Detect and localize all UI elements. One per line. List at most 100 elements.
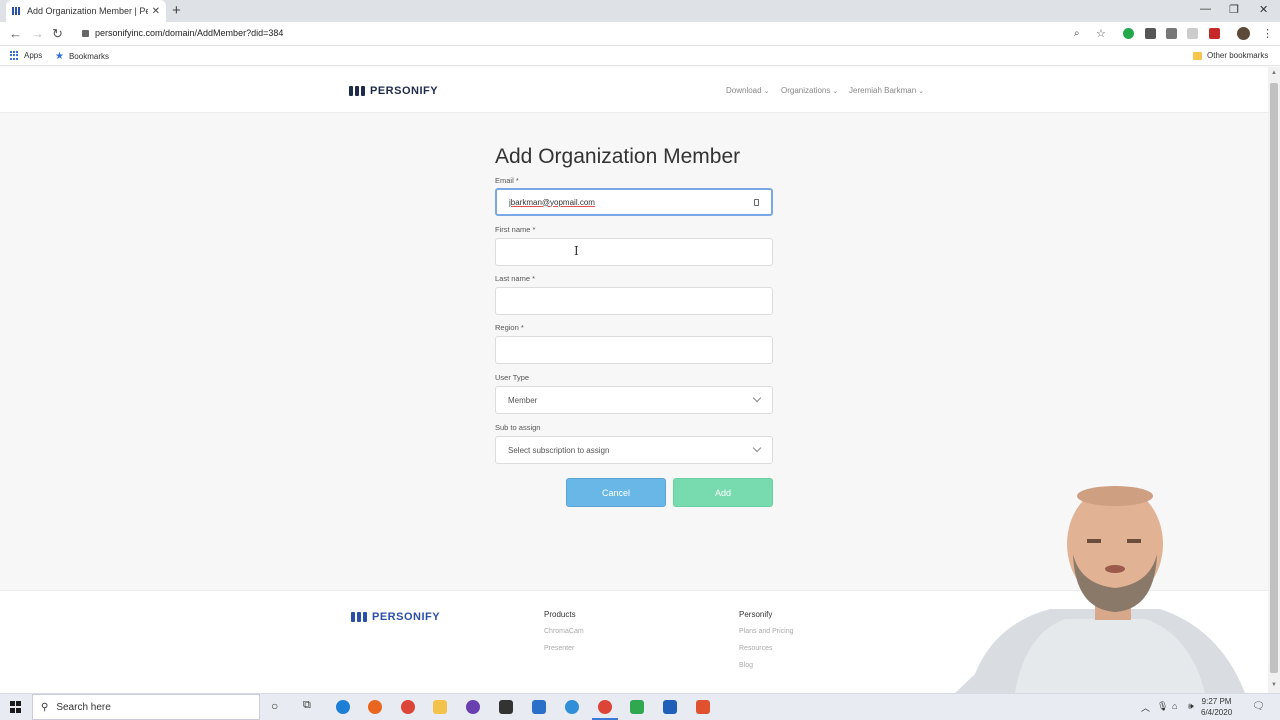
region-field[interactable] xyxy=(495,336,773,364)
bookmark-bookmarks-label: Bookmarks xyxy=(68,52,109,61)
system-clock[interactable]: 9:27 PM 6/4/2020 xyxy=(1201,696,1232,718)
folder-icon xyxy=(1193,51,1202,60)
url-text: personifyinc.com/domain/AddMember?did=38… xyxy=(95,28,284,38)
nav-download[interactable]: Download ⌄ xyxy=(726,86,769,95)
bookmark-star-icon[interactable]: ☆ xyxy=(1096,27,1106,40)
minimize-icon[interactable]: — xyxy=(1200,3,1211,15)
last-name-label: Last name * xyxy=(495,274,536,283)
forward-icon[interactable]: → xyxy=(31,26,44,41)
close-tab-icon[interactable]: ✕ xyxy=(152,6,160,17)
browser-tab-strip: Add Organization Member | Pers ✕ + — ❐ ✕ xyxy=(0,0,1280,22)
bookmark-other[interactable]: Other bookmarks xyxy=(1193,51,1268,60)
recorder-icon[interactable] xyxy=(696,700,710,714)
microphone-icon[interactable]: 🎙 xyxy=(1157,701,1168,712)
extension-chat-icon[interactable] xyxy=(1145,28,1156,39)
chrome-icon[interactable] xyxy=(401,700,415,714)
back-icon[interactable]: ← xyxy=(9,26,22,41)
subscription-selected: Select subscription to assign xyxy=(508,445,610,455)
taskbar-search-field[interactable]: ⚲ Search here xyxy=(32,694,260,720)
headphones-app-icon[interactable] xyxy=(466,700,480,714)
word-app-icon[interactable] xyxy=(663,700,677,714)
url-field[interactable]: personifyinc.com/domain/AddMember?did=38… xyxy=(82,28,283,38)
task-view-icon[interactable]: ⧉ xyxy=(303,699,311,712)
chevron-down-icon: ⌄ xyxy=(832,87,839,95)
window-close-icon[interactable]: ✕ xyxy=(1259,3,1268,16)
bookmark-apps[interactable]: Apps xyxy=(10,51,42,60)
chevron-down-icon: ⌄ xyxy=(918,87,925,95)
extension-green-icon[interactable] xyxy=(1123,28,1134,39)
text-cursor-icon: I xyxy=(574,244,579,258)
zoom-search-icon[interactable]: ⌕ xyxy=(1074,28,1080,39)
clock-date: 6/4/2020 xyxy=(1201,708,1233,717)
personify-logo-icon xyxy=(351,612,367,622)
nav-user-label: Jeremiah Barkman xyxy=(849,86,917,95)
email-field[interactable]: jbarkman@yopmail.com xyxy=(495,188,773,216)
browser-app-icon[interactable] xyxy=(565,700,579,714)
last-name-field[interactable] xyxy=(495,287,773,315)
profile-avatar[interactable] xyxy=(1237,27,1250,40)
store-icon[interactable] xyxy=(499,700,513,714)
personify-favicon-icon xyxy=(12,7,21,15)
footer-link-blog[interactable]: Blog xyxy=(739,662,753,669)
user-type-label: User Type xyxy=(495,373,530,382)
add-member-form: Add Organization Member Email * jbarkman… xyxy=(495,145,775,507)
cancel-button[interactable]: Cancel xyxy=(566,478,666,507)
first-name-field[interactable] xyxy=(495,238,773,266)
footer-link-chromacam[interactable]: ChromaCam xyxy=(544,628,584,635)
extension-facebook-icon[interactable] xyxy=(1166,28,1177,39)
network-icon[interactable]: ⌂ xyxy=(1172,701,1177,711)
scroll-up-icon[interactable]: ▲ xyxy=(1271,70,1277,76)
windows-taskbar: ⚲ Search here ○ ⧉ ︿ 🎙 ⌂ 🕪 9:27 PM 6/4/20… xyxy=(0,693,1280,720)
address-bar: ← → ↻ personifyinc.com/domain/AddMember?… xyxy=(0,22,1280,46)
volume-icon[interactable]: 🕪 xyxy=(1188,701,1194,712)
clock-time: 9:27 PM xyxy=(1201,697,1232,706)
firefox-icon[interactable] xyxy=(368,700,382,714)
scroll-down-icon[interactable]: ▼ xyxy=(1271,682,1277,688)
file-explorer-icon[interactable] xyxy=(433,700,447,714)
new-tab-button[interactable]: + xyxy=(172,2,181,19)
subscription-select[interactable]: Select subscription to assign xyxy=(495,436,773,464)
nav-organizations[interactable]: Organizations ⌄ xyxy=(781,86,838,95)
star-icon: ★ xyxy=(55,51,64,62)
footer-link-resources[interactable]: Resources xyxy=(739,645,772,652)
subscription-label: Sub to assign xyxy=(495,423,541,432)
page-scrollbar[interactable]: ▲ ▼ xyxy=(1268,67,1280,693)
user-type-select[interactable]: Member xyxy=(495,386,773,414)
browser-tab[interactable]: Add Organization Member | Pers ✕ xyxy=(6,0,166,22)
extension-red-icon[interactable] xyxy=(1209,28,1220,39)
cortana-icon[interactable]: ○ xyxy=(271,699,278,713)
chrome-active-icon[interactable] xyxy=(598,700,612,714)
scrollbar-thumb[interactable] xyxy=(1270,83,1278,673)
edge-icon[interactable] xyxy=(336,700,350,714)
extension-grey-icon[interactable] xyxy=(1187,28,1198,39)
reload-icon[interactable]: ↻ xyxy=(52,26,63,42)
footer-link-plans[interactable]: Plans and Pricing xyxy=(739,628,793,635)
notifications-icon[interactable]: 🗨 xyxy=(1252,701,1265,712)
tray-expand-icon[interactable]: ︿ xyxy=(1141,701,1150,714)
footer-link-presenter[interactable]: Presenter xyxy=(544,645,574,652)
nav-user-menu[interactable]: Jeremiah Barkman ⌄ xyxy=(849,86,924,95)
first-name-label: First name * xyxy=(495,225,536,234)
personify-logo[interactable]: PERSONIFY xyxy=(349,85,438,97)
browser-menu-icon[interactable]: ⋮ xyxy=(1262,27,1273,40)
search-icon: ⚲ xyxy=(41,701,49,713)
footer-logo[interactable]: PERSONIFY xyxy=(351,611,440,623)
apps-grid-icon xyxy=(10,51,19,60)
restore-icon[interactable]: ❐ xyxy=(1229,3,1239,16)
windows-start-icon[interactable] xyxy=(10,701,22,713)
bookmark-apps-label: Apps xyxy=(24,51,43,60)
footer-products-title: Products xyxy=(544,610,576,619)
camtasia-icon[interactable] xyxy=(630,700,644,714)
bookmark-bookmarks[interactable]: ★ Bookmarks xyxy=(55,51,109,62)
region-label: Region * xyxy=(495,323,524,332)
chevron-down-icon: ⌄ xyxy=(763,87,770,95)
add-button[interactable]: Add xyxy=(673,478,773,507)
autofill-key-icon[interactable] xyxy=(754,198,759,206)
lock-icon xyxy=(82,29,89,37)
mail-icon[interactable] xyxy=(532,700,546,714)
chevron-down-icon xyxy=(752,443,762,453)
page-title: Add Organization Member xyxy=(495,145,741,168)
nav-download-label: Download xyxy=(726,86,762,95)
footer-personify-title: Personify xyxy=(739,610,773,619)
bookmarks-bar: Apps ★ Bookmarks Other bookmarks xyxy=(0,46,1280,66)
